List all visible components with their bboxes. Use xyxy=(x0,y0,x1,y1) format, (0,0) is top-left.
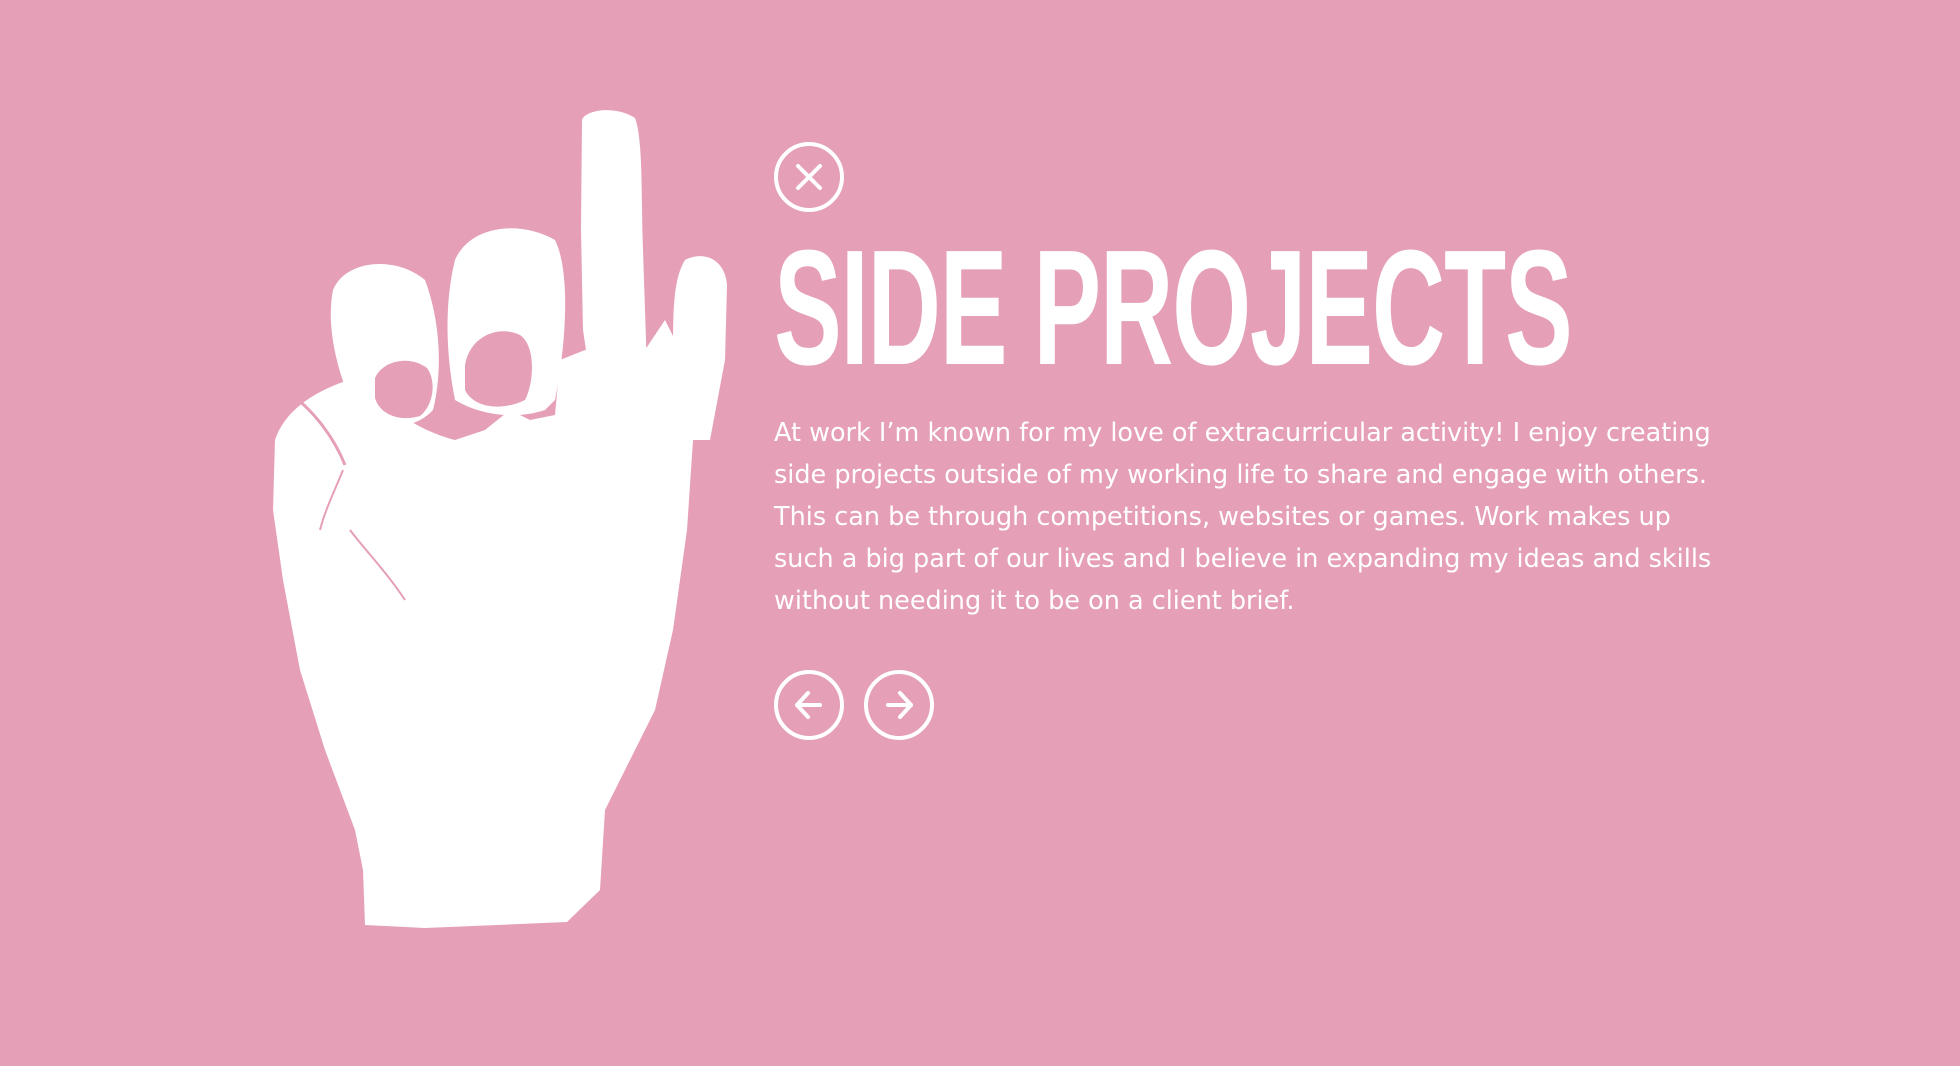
arrow-left-icon xyxy=(795,691,822,719)
hand-icon xyxy=(273,110,727,928)
slide-navigation xyxy=(774,670,1714,740)
close-icon xyxy=(796,164,822,190)
close-button[interactable] xyxy=(774,142,844,212)
arrow-right-icon xyxy=(886,691,913,719)
section-description: At work I’m known for my love of extracu… xyxy=(774,418,1712,616)
section-title: SIDE PROJECTS xyxy=(774,216,1573,399)
hand-illustration xyxy=(255,110,735,940)
previous-button[interactable] xyxy=(774,670,844,740)
page: SIDE PROJECTS At work I’m known for my l… xyxy=(0,0,1960,1066)
content-panel: SIDE PROJECTS At work I’m known for my l… xyxy=(774,142,1714,740)
next-button[interactable] xyxy=(864,670,934,740)
